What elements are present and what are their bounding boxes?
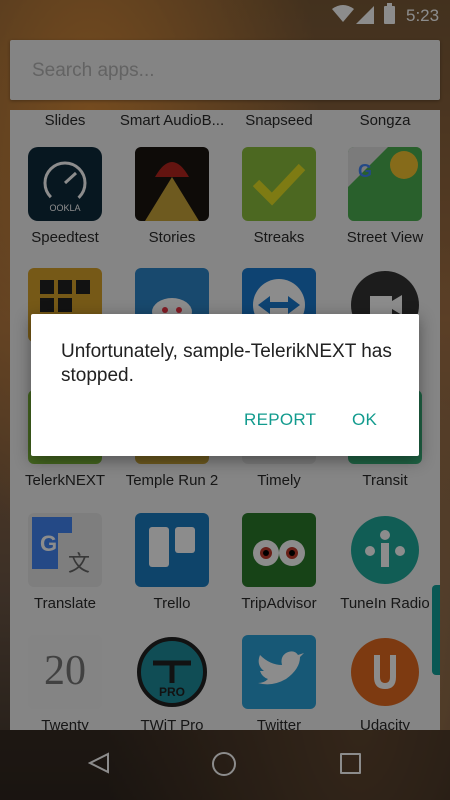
report-button[interactable]: REPORT: [244, 410, 316, 430]
app-stopped-dialog: Unfortunately, sample-TelerikNEXT has st…: [31, 314, 419, 456]
ok-button[interactable]: OK: [352, 410, 377, 430]
dialog-message: Unfortunately, sample-TelerikNEXT has st…: [61, 341, 392, 386]
